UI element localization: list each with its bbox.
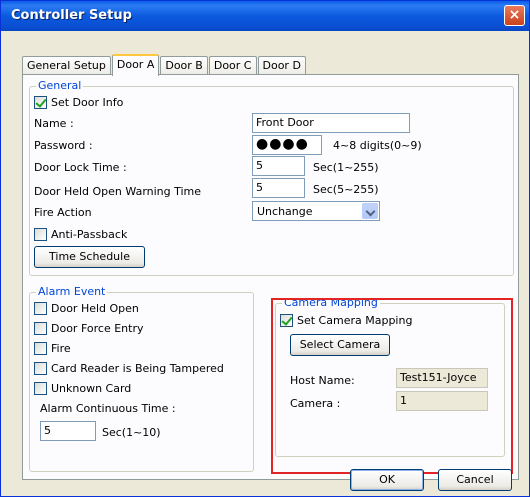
tab-door-d[interactable]: Door D <box>257 56 306 75</box>
dialog-client-area: General Setup Door A Door B Door C Door … <box>4 31 526 494</box>
alarm-continuous-time-input[interactable]: 5 <box>40 421 96 441</box>
password-hint: 4~8 digits(0~9) <box>333 139 422 152</box>
card-reader-tampered-label: Card Reader is Being Tampered <box>51 362 224 375</box>
title-bar[interactable]: Controller Setup × <box>1 1 529 31</box>
fire-action-label: Fire Action <box>34 206 92 219</box>
held-open-warning-hint: Sec(5~255) <box>313 183 379 196</box>
window-title: Controller Setup <box>11 8 132 23</box>
alarm-event-group-title: Alarm Event <box>36 285 108 298</box>
alarm-continuous-time-label: Alarm Continuous Time : <box>40 402 176 415</box>
name-input[interactable]: Front Door <box>252 113 410 133</box>
password-label: Password : <box>34 139 93 152</box>
tab-door-b[interactable]: Door B <box>160 56 208 75</box>
alarm-continuous-time-hint: Sec(1~10) <box>102 426 161 439</box>
ok-button[interactable]: OK <box>350 469 424 491</box>
anti-passback-label: Anti-Passback <box>51 228 128 241</box>
general-group-title: General <box>36 79 84 92</box>
tab-door-c[interactable]: Door C <box>208 56 257 75</box>
door-lock-time-label: Door Lock Time : <box>34 161 127 174</box>
name-label: Name : <box>34 117 74 130</box>
password-input[interactable]: ●●●● <box>252 135 322 155</box>
fire-action-value: Unchange <box>257 205 313 218</box>
alarm-event-group: Alarm Event Door Held Open Door Force En… <box>29 285 254 472</box>
unknown-card-checkbox[interactable] <box>34 382 47 395</box>
set-door-info-checkbox[interactable] <box>34 96 47 109</box>
controller-setup-window: Controller Setup × General Setup Door A … <box>0 0 530 497</box>
tab-general-setup[interactable]: General Setup <box>22 56 111 75</box>
fire-label: Fire <box>51 342 71 355</box>
unknown-card-label: Unknown Card <box>51 382 132 395</box>
set-door-info-label: Set Door Info <box>51 96 124 109</box>
fire-checkbox[interactable] <box>34 342 47 355</box>
tab-door-a[interactable]: Door A <box>111 54 160 76</box>
door-force-entry-checkbox[interactable] <box>34 322 47 335</box>
time-schedule-button[interactable]: Time Schedule <box>34 246 145 268</box>
card-reader-tampered-checkbox[interactable] <box>34 362 47 375</box>
general-group: General Set Door Info Name : Front Door … <box>29 79 514 276</box>
door-held-open-checkbox[interactable] <box>34 302 47 315</box>
fire-action-select[interactable]: Unchange <box>252 201 380 221</box>
close-button[interactable]: × <box>504 5 525 26</box>
chevron-down-icon[interactable] <box>362 203 378 219</box>
held-open-warning-input[interactable]: 5 <box>252 178 305 198</box>
door-force-entry-label: Door Force Entry <box>51 322 144 335</box>
held-open-warning-label: Door Held Open Warning Time <box>34 185 202 198</box>
cancel-button[interactable]: Cancel <box>438 469 512 491</box>
door-lock-time-input[interactable]: 5 <box>252 156 305 176</box>
door-held-open-label: Door Held Open <box>51 302 139 315</box>
door-lock-time-hint: Sec(1~255) <box>313 161 379 174</box>
anti-passback-checkbox[interactable] <box>34 228 47 241</box>
tab-strip: General Setup Door A Door B Door C Door … <box>22 53 307 76</box>
camera-mapping-highlight <box>271 298 513 474</box>
